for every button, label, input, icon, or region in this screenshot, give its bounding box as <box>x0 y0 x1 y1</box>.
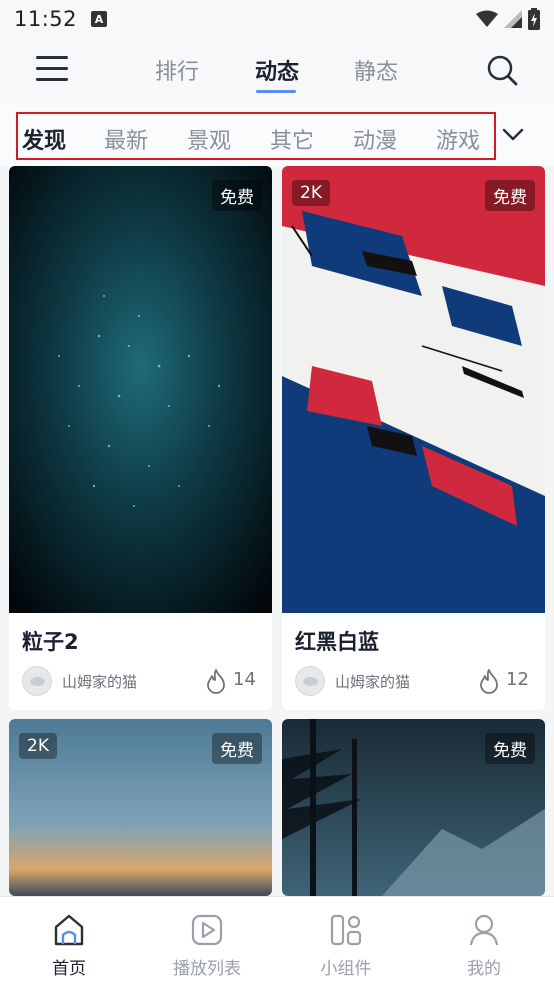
chevron-down-icon[interactable] <box>500 124 526 144</box>
status-bar: 11:52 A <box>0 0 554 38</box>
category-other[interactable]: 其它 <box>270 123 314 155</box>
notification-icon: A <box>91 11 108 27</box>
wallpaper-card[interactable]: 2K 免费 红黑白蓝 山姆家的猫 12 <box>282 166 545 710</box>
avatar[interactable] <box>295 666 325 696</box>
status-indicators <box>476 8 540 30</box>
signal-icon <box>504 10 522 28</box>
card-title: 粒子2 <box>22 630 79 654</box>
wallpaper-thumbnail[interactable] <box>9 166 272 613</box>
likes-count: 12 <box>506 669 529 690</box>
card-title: 红黑白蓝 <box>295 630 379 654</box>
nav-home[interactable]: 首页 <box>9 897 129 984</box>
home-icon <box>54 914 84 946</box>
tab-dynamic[interactable]: 动态 <box>255 54 299 86</box>
nav-profile-label: 我的 <box>467 959 501 979</box>
user-icon <box>469 914 499 946</box>
nav-profile[interactable]: 我的 <box>424 897 544 984</box>
likes-count: 14 <box>233 669 256 690</box>
tab-static[interactable]: 静态 <box>354 54 398 86</box>
nav-widgets[interactable]: 小组件 <box>286 897 406 984</box>
wallpaper-card[interactable]: 2K 免费 <box>9 719 272 896</box>
author-name[interactable]: 山姆家的猫 <box>62 671 137 692</box>
free-badge: 免费 <box>212 733 262 764</box>
category-landscape[interactable]: 景观 <box>187 123 231 155</box>
free-badge: 免费 <box>485 180 535 211</box>
category-discover[interactable]: 发现 <box>22 123 66 155</box>
flame-icon[interactable] <box>205 668 227 694</box>
top-nav: 排行 动态 静态 <box>0 38 554 104</box>
battery-icon <box>528 8 540 30</box>
wallpaper-card[interactable]: 免费 粒子2 山姆家的猫 14 <box>9 166 272 710</box>
menu-icon[interactable] <box>36 56 68 84</box>
status-time: 11:52 <box>14 7 78 31</box>
wifi-icon <box>476 10 498 27</box>
author-name[interactable]: 山姆家的猫 <box>335 671 410 692</box>
nav-playlist-label: 播放列表 <box>173 959 241 979</box>
tab-ranking[interactable]: 排行 <box>155 54 199 86</box>
search-icon[interactable] <box>486 54 518 86</box>
free-badge: 免费 <box>212 180 262 211</box>
nav-playlist[interactable]: 播放列表 <box>147 897 267 984</box>
play-icon <box>191 914 223 946</box>
bottom-nav: 首页 播放列表 小组件 我的 <box>0 896 554 984</box>
category-games[interactable]: 游戏 <box>436 123 480 155</box>
category-anime[interactable]: 动漫 <box>353 123 397 155</box>
resolution-badge: 2K <box>19 733 57 759</box>
flame-icon[interactable] <box>478 668 500 694</box>
category-strip: 发现 最新 景观 其它 动漫 游戏 <box>0 104 554 166</box>
wallpaper-card[interactable]: 免费 <box>282 719 545 896</box>
category-highlight-box: 发现 最新 景观 其它 动漫 游戏 <box>16 112 496 160</box>
active-tab-indicator <box>256 90 296 93</box>
avatar[interactable] <box>22 666 52 696</box>
category-latest[interactable]: 最新 <box>104 123 148 155</box>
nav-home-label: 首页 <box>52 959 86 979</box>
nav-widgets-label: 小组件 <box>320 959 372 979</box>
free-badge: 免费 <box>485 733 535 764</box>
resolution-badge: 2K <box>292 180 330 206</box>
wallpaper-thumbnail[interactable] <box>282 166 545 613</box>
widgets-icon <box>330 914 362 946</box>
